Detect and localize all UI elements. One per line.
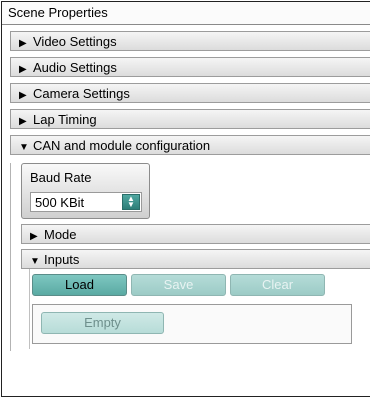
section-label: Audio Settings bbox=[33, 60, 117, 75]
inputs-button-row: Load Save Clear bbox=[32, 274, 325, 296]
expand-arrow-icon: ▶ bbox=[19, 64, 27, 75]
section-lap-timing[interactable]: ▶ Lap Timing bbox=[10, 109, 370, 129]
section-can-module-configuration[interactable]: ▼ CAN and module configuration bbox=[10, 135, 370, 155]
section-video-settings[interactable]: ▶ Video Settings bbox=[10, 31, 370, 51]
section-label: Camera Settings bbox=[33, 86, 130, 101]
expand-arrow-icon: ▶ bbox=[30, 231, 38, 242]
empty-slot-button[interactable]: Empty bbox=[41, 312, 164, 334]
inputs-body: Load Save Clear Empty bbox=[29, 269, 370, 349]
load-button[interactable]: Load bbox=[32, 274, 127, 296]
baud-rate-group: Baud Rate 500 KBit ▲ ▼ bbox=[21, 163, 150, 219]
scene-properties-panel: Scene Properties ▶ Video Settings ▶ Audio … bbox=[1, 1, 370, 397]
section-label: Lap Timing bbox=[33, 112, 97, 127]
collapse-arrow-icon: ▼ bbox=[19, 142, 29, 153]
section-label: Video Settings bbox=[33, 34, 117, 49]
section-camera-settings[interactable]: ▶ Camera Settings bbox=[10, 83, 370, 103]
expand-arrow-icon: ▶ bbox=[19, 116, 27, 127]
section-audio-settings[interactable]: ▶ Audio Settings bbox=[10, 57, 370, 77]
select-updown-icon[interactable]: ▲ ▼ bbox=[122, 194, 140, 210]
baud-rate-select[interactable]: 500 KBit ▲ ▼ bbox=[30, 192, 142, 212]
baud-rate-label: Baud Rate bbox=[30, 170, 92, 185]
section-label: CAN and module configuration bbox=[33, 138, 211, 153]
save-button[interactable]: Save bbox=[131, 274, 226, 296]
section-label: Mode bbox=[44, 227, 77, 242]
clear-button[interactable]: Clear bbox=[230, 274, 325, 296]
expand-arrow-icon: ▶ bbox=[19, 90, 27, 101]
section-label: Inputs bbox=[44, 252, 80, 267]
panel-title: Scene Properties bbox=[2, 2, 370, 25]
inputs-list-box: Empty bbox=[32, 304, 352, 344]
baud-rate-value: 500 KBit bbox=[35, 194, 85, 210]
section-inputs[interactable]: ▼ Inputs bbox=[21, 249, 370, 269]
section-mode[interactable]: ▶ Mode bbox=[21, 224, 370, 244]
expand-arrow-icon: ▶ bbox=[19, 38, 27, 49]
can-config-body: Baud Rate 500 KBit ▲ ▼ ▶ Mode ▼ Inputs Load… bbox=[10, 163, 370, 351]
